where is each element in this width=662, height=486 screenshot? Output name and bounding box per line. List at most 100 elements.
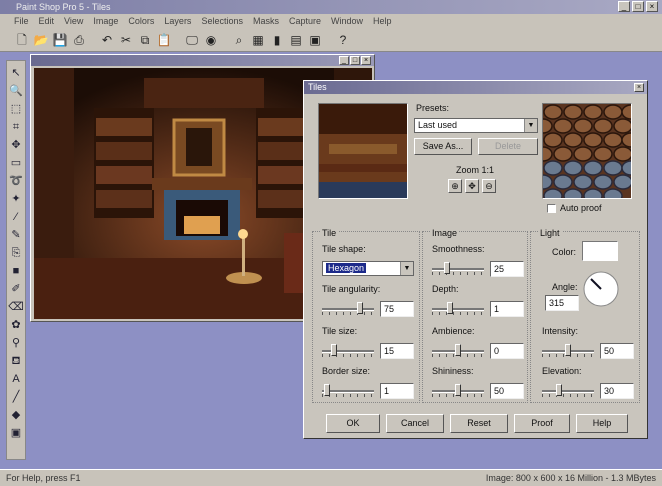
palette-icon[interactable]: ▦ (250, 32, 266, 48)
menu-window[interactable]: Window (331, 14, 363, 28)
chevron-down-icon: ▼ (524, 119, 537, 132)
paste-icon[interactable]: 📋 (156, 32, 172, 48)
save-as-button[interactable]: Save As... (414, 138, 472, 155)
intensity-field[interactable]: 50 (600, 343, 634, 359)
angle-dial[interactable] (583, 271, 619, 307)
print-icon[interactable]: ⎙ (71, 32, 87, 48)
reset-button[interactable]: Reset (450, 414, 508, 433)
chevron-down-icon: ▼ (400, 262, 413, 275)
image-maximize-button[interactable]: □ (350, 56, 360, 65)
elevation-slider[interactable] (542, 383, 594, 399)
menu-edit[interactable]: Edit (39, 14, 55, 28)
border-size-slider[interactable] (322, 383, 374, 399)
ok-button[interactable]: OK (326, 414, 380, 433)
menu-masks[interactable]: Masks (253, 14, 279, 28)
help-button[interactable]: Help (576, 414, 628, 433)
depth-field[interactable]: 1 (490, 301, 524, 317)
zoom-icon[interactable]: ⌕ (231, 32, 247, 48)
result-preview[interactable] (542, 103, 632, 199)
overview-icon[interactable]: ▣ (307, 32, 323, 48)
cancel-button[interactable]: Cancel (386, 414, 444, 433)
image-close-button[interactable]: × (361, 56, 371, 65)
menu-image[interactable]: Image (93, 14, 118, 28)
tile-shape-dropdown[interactable]: Hexagon ▼ (322, 261, 414, 276)
retouch-icon[interactable]: ✐ (8, 281, 24, 297)
histogram-icon[interactable]: ▮ (269, 32, 285, 48)
deform-tool-icon[interactable]: ⬚ (8, 101, 24, 117)
close-window-button[interactable]: × (646, 1, 658, 12)
arrow-tool-icon[interactable]: ↖ (8, 65, 24, 81)
airbrush-icon[interactable]: ⚲ (8, 335, 24, 351)
lasso-tool-icon[interactable]: ➰ (8, 173, 24, 189)
open-folder-icon[interactable]: 📂 (33, 32, 49, 48)
new-file-icon[interactable]: 🗋 (14, 32, 30, 48)
pan-icon[interactable]: ✥ (465, 179, 479, 193)
intensity-slider[interactable] (542, 343, 594, 359)
menu-colors[interactable]: Colors (128, 14, 154, 28)
source-preview[interactable] (318, 103, 408, 199)
zoom-tool-icon[interactable]: 🔍 (8, 83, 24, 99)
window-controls: _ □ × (618, 1, 658, 12)
color-replacer-icon[interactable]: ■ (8, 263, 24, 279)
browse-icon[interactable]: ◉ (203, 32, 219, 48)
zoom-in-icon[interactable]: ⊕ (448, 179, 462, 193)
smoothness-field[interactable]: 25 (490, 261, 524, 277)
layers-icon[interactable]: ▤ (288, 32, 304, 48)
shininess-slider[interactable] (432, 383, 484, 399)
move-tool-icon[interactable]: ✥ (8, 137, 24, 153)
paintbrush-icon[interactable]: ✎ (8, 227, 24, 243)
depth-label: Depth: (432, 284, 459, 294)
copy-icon[interactable]: ⧉ (137, 32, 153, 48)
flood-fill-icon[interactable]: ⛾ (8, 353, 24, 369)
maximize-button[interactable]: □ (632, 1, 644, 12)
elevation-field[interactable]: 30 (600, 383, 634, 399)
shape-tool-icon[interactable]: ◆ (8, 407, 24, 423)
border-size-field[interactable]: 1 (380, 383, 414, 399)
image-minimize-button[interactable]: _ (339, 56, 349, 65)
dropper-tool-icon[interactable]: ⁄ (8, 209, 24, 225)
menu-selections[interactable]: Selections (201, 14, 243, 28)
undo-icon[interactable]: ↶ (99, 32, 115, 48)
minimize-button[interactable]: _ (618, 1, 630, 12)
picture-tube-icon[interactable]: ✿ (8, 317, 24, 333)
proof-button[interactable]: Proof (514, 414, 570, 433)
ambience-slider[interactable] (432, 343, 484, 359)
menu-help[interactable]: Help (373, 14, 392, 28)
menu-capture[interactable]: Capture (289, 14, 321, 28)
crop-tool-icon[interactable]: ⌗ (8, 119, 24, 135)
clone-brush-icon[interactable]: ⎘ (8, 245, 24, 261)
smoothness-slider[interactable] (432, 261, 484, 277)
ambience-field[interactable]: 0 (490, 343, 524, 359)
capture-icon[interactable]: 🖵 (184, 32, 200, 48)
tile-size-slider[interactable] (322, 343, 374, 359)
delete-button[interactable]: Delete (478, 138, 538, 155)
magic-wand-icon[interactable]: ✦ (8, 191, 24, 207)
depth-slider[interactable] (432, 301, 484, 317)
menu-layers[interactable]: Layers (164, 14, 191, 28)
presets-dropdown[interactable]: Last used ▼ (414, 118, 538, 133)
line-tool-icon[interactable]: ╱ (8, 389, 24, 405)
tile-size-label: Tile size: (322, 326, 358, 336)
save-icon[interactable]: 💾 (52, 32, 68, 48)
tile-angularity-slider[interactable] (322, 301, 374, 317)
menu-bar: File Edit View Image Colors Layers Selec… (0, 14, 662, 28)
zoom-out-icon[interactable]: ⊖ (482, 179, 496, 193)
auto-proof-checkbox[interactable] (547, 204, 556, 213)
menu-view[interactable]: View (64, 14, 83, 28)
eraser-icon[interactable]: ⌫ (8, 299, 24, 315)
tile-size-field[interactable]: 15 (380, 343, 414, 359)
auto-proof-label: Auto proof (560, 203, 602, 213)
cut-icon[interactable]: ✂ (118, 32, 134, 48)
light-color-swatch[interactable] (582, 241, 618, 261)
text-tool-icon[interactable]: A (8, 371, 24, 387)
image-group (422, 231, 528, 403)
shininess-field[interactable]: 50 (490, 383, 524, 399)
dialog-close-button[interactable]: × (634, 83, 644, 92)
help-icon[interactable]: ? (335, 32, 351, 48)
color-swatch-icon[interactable]: ▣ (8, 425, 24, 441)
status-image-info: Image: 800 x 600 x 16 Million - 1.3 MByt… (485, 473, 656, 483)
selection-tool-icon[interactable]: ▭ (8, 155, 24, 171)
menu-file[interactable]: File (14, 14, 29, 28)
light-angle-field[interactable]: 315 (545, 295, 579, 311)
tile-angularity-field[interactable]: 75 (380, 301, 414, 317)
